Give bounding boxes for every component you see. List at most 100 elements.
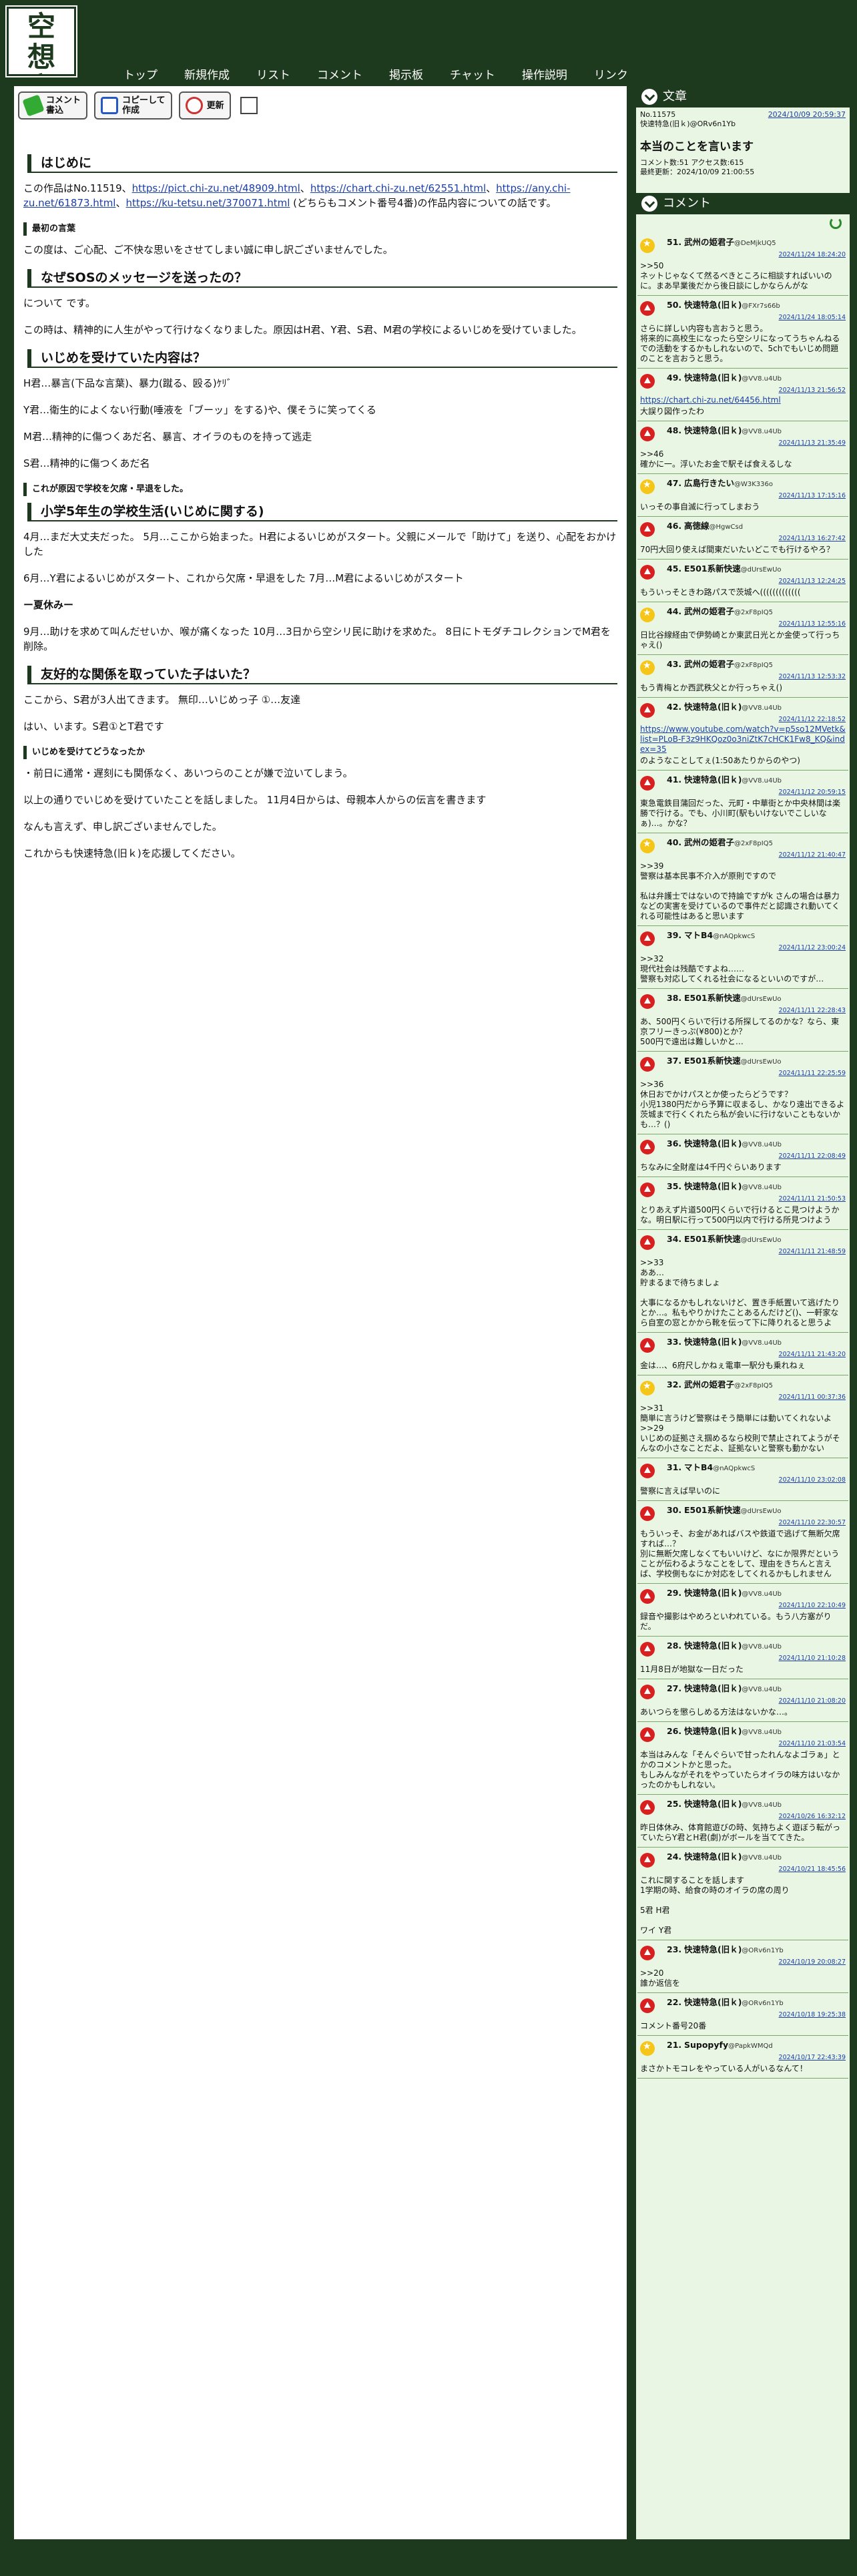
comment-date[interactable]: 2024/11/13 12:55:16 — [640, 619, 846, 629]
comment-author[interactable]: 武州の姫君子 — [684, 237, 734, 247]
comment-item: 42. 快速特急(旧ｋ)@VV8.u4Ub 2024/11/12 22:18:52… — [637, 698, 848, 771]
comment-item: 26. 快速特急(旧ｋ)@VV8.u4Ub 2024/11/10 21:03:54… — [637, 1722, 848, 1795]
comment-body: ちなみに全財産は4千円ぐらいあります — [640, 1162, 782, 1172]
comment-date[interactable]: 2024/11/10 21:03:54 — [640, 1739, 846, 1749]
comment-body: >>36 休日おでかけパスとか使ったらどうです？ 小児1380円だから予算に収ま… — [640, 1080, 845, 1129]
comment-date[interactable]: 2024/11/12 22:18:52 — [640, 714, 846, 724]
comment-date[interactable]: 2024/11/10 22:10:49 — [640, 1600, 846, 1611]
nav-link[interactable]: リンク — [594, 65, 628, 82]
comment-date[interactable]: 2024/11/13 12:24:25 — [640, 576, 846, 586]
comment-bar[interactable]: コメント — [636, 193, 850, 214]
comment-date[interactable]: 2024/11/13 17:15:16 — [640, 491, 846, 501]
comment-date[interactable]: 2024/11/10 23:02:08 — [640, 1475, 846, 1485]
comment-header: 42. 快速特急(旧ｋ)@VV8.u4Ub — [640, 702, 846, 713]
comment-date[interactable]: 2024/11/11 22:28:43 — [640, 1006, 846, 1016]
site-logo[interactable]: 空 想 文 章 — [5, 5, 77, 134]
popout-icon[interactable] — [240, 97, 258, 114]
comment-author[interactable]: マトB4 — [684, 1462, 713, 1472]
comment-date[interactable]: 2024/11/24 18:05:14 — [640, 312, 846, 323]
comment-author[interactable]: 武州の姫君子 — [684, 659, 734, 669]
comment-date[interactable]: 2024/11/13 21:56:52 — [640, 385, 846, 395]
work-bar[interactable]: 文章 — [636, 86, 850, 108]
comment-date[interactable]: 2024/10/17 22:43:39 — [640, 2053, 846, 2063]
arrow-up-icon — [640, 994, 655, 1009]
comment-date[interactable]: 2024/11/13 21:35:49 — [640, 438, 846, 448]
comment-author[interactable]: 快速特急(旧ｋ) — [684, 1944, 742, 1954]
comment-date[interactable]: 2024/10/26 16:32:12 — [640, 1811, 846, 1821]
comment-date[interactable]: 2024/10/18 19:25:38 — [640, 2010, 846, 2020]
comment-author[interactable]: 快速特急(旧ｋ) — [684, 775, 742, 785]
comment-author[interactable]: 快速特急(旧ｋ) — [684, 1337, 742, 1347]
star-icon — [640, 608, 655, 622]
comment-author[interactable]: 武州の姫君子 — [684, 1379, 734, 1389]
nav-help[interactable]: 操作説明 — [522, 65, 567, 82]
comment-author[interactable]: 快速特急(旧ｋ) — [684, 1799, 742, 1809]
comment-author[interactable]: 快速特急(旧ｋ) — [684, 1138, 742, 1148]
comment-link[interactable]: https://www.youtube.com/watch?v=p5so12MV… — [640, 724, 846, 755]
comment-author[interactable]: 高徳線 — [684, 521, 709, 531]
work-date[interactable]: 2024/10/09 20:59:37 — [768, 110, 846, 120]
comment-author[interactable]: 快速特急(旧ｋ) — [684, 1726, 742, 1736]
comment-date[interactable]: 2024/11/10 22:30:57 — [640, 1518, 846, 1528]
comment-number: 39. — [667, 930, 682, 940]
comment-user-id: @VV8.u4Ub — [742, 1184, 782, 1191]
comment-date[interactable]: 2024/11/13 12:53:32 — [640, 672, 846, 682]
comment-user-id: @VV8.u4Ub — [742, 1141, 782, 1148]
comment-author[interactable]: 武州の姫君子 — [684, 606, 734, 616]
reload-icon[interactable] — [830, 217, 842, 229]
comment-author[interactable]: 快速特急(旧ｋ) — [684, 1852, 742, 1862]
comment-date[interactable]: 2024/11/11 00:37:36 — [640, 1392, 846, 1402]
comment-author[interactable]: 武州の姫君子 — [684, 837, 734, 847]
comment-date[interactable]: 2024/11/11 21:50:53 — [640, 1194, 846, 1204]
comment-author[interactable]: 広島行きたい — [684, 478, 734, 488]
comment-author[interactable]: 快速特急(旧ｋ) — [684, 1641, 742, 1651]
comment-author[interactable]: E501系新快速 — [684, 564, 741, 574]
comment-author[interactable]: 快速特急(旧ｋ) — [684, 1181, 742, 1191]
comment-author[interactable]: E501系新快速 — [684, 1505, 741, 1515]
intro-link-2[interactable]: https://chart.chi-zu.net/62551.html — [310, 182, 486, 194]
nav-chat[interactable]: チャット — [450, 65, 495, 82]
refresh-button[interactable]: 更新 — [178, 91, 231, 120]
comment-date[interactable]: 2024/11/12 23:00:24 — [640, 943, 846, 953]
comment-date[interactable]: 2024/11/11 22:25:59 — [640, 1068, 846, 1078]
nav-new[interactable]: 新規作成 — [184, 65, 230, 82]
arrow-up-icon — [640, 1235, 655, 1250]
grade-1: 4月…まだ大丈夫だった。 5月…ここから始まった。H君によるいじめがスタート。父… — [23, 531, 617, 558]
comment-author[interactable]: E501系新快速 — [684, 1234, 741, 1244]
copy-create-button[interactable]: コピーして 作成 — [94, 91, 172, 120]
comment-link[interactable]: https://chart.chi-zu.net/64456.html — [640, 395, 846, 405]
comment-date[interactable]: 2024/10/21 18:45:56 — [640, 1864, 846, 1874]
nav-comment[interactable]: コメント — [317, 65, 362, 82]
comment-author[interactable]: Supopyfy — [684, 2040, 728, 2050]
comment-date[interactable]: 2024/11/24 18:24:20 — [640, 250, 846, 260]
comment-author[interactable]: E501系新快速 — [684, 1056, 741, 1066]
nav-list[interactable]: リスト — [256, 65, 290, 82]
comment-author[interactable]: 快速特急(旧ｋ) — [684, 425, 742, 435]
comment-date[interactable]: 2024/11/10 21:08:20 — [640, 1696, 846, 1706]
comment-author[interactable]: 快速特急(旧ｋ) — [684, 1997, 742, 2007]
comment-date[interactable]: 2024/11/12 20:59:15 — [640, 787, 846, 797]
comment-date[interactable]: 2024/11/10 21:10:28 — [640, 1653, 846, 1663]
intro-link-4[interactable]: https://ku-tetsu.net/370071.html — [126, 197, 290, 209]
comment-date[interactable]: 2024/11/11 22:08:49 — [640, 1151, 846, 1161]
comment-header: 34. E501系新快速@dUrsEwUo — [640, 1234, 846, 1245]
intro-link-1[interactable]: https://pict.chi-zu.net/48909.html — [132, 182, 300, 194]
work-author[interactable]: 快速特急(旧ｋ)@ORv6n1Yb — [640, 120, 846, 129]
comment-author[interactable]: 快速特急(旧ｋ) — [684, 702, 742, 712]
comment-author[interactable]: 快速特急(旧ｋ) — [684, 373, 742, 383]
nav-board[interactable]: 掲示板 — [389, 65, 423, 82]
comment-date[interactable]: 2024/11/11 21:43:20 — [640, 1349, 846, 1359]
write-comment-button[interactable]: コメント 書込 — [18, 91, 88, 120]
nav-top[interactable]: トップ — [123, 65, 158, 82]
comment-author[interactable]: 快速特急(旧ｋ) — [684, 300, 742, 310]
comment-date[interactable]: 2024/11/13 16:27:42 — [640, 533, 846, 544]
comment-author[interactable]: 快速特急(旧ｋ) — [684, 1683, 742, 1693]
comment-author[interactable]: マトB4 — [684, 930, 713, 940]
comment-author[interactable]: 快速特急(旧ｋ) — [684, 1588, 742, 1598]
comment-author[interactable]: E501系新快速 — [684, 993, 741, 1003]
comment-body: 日比谷線経由で伊勢崎とか東武日光とか金使って行っちゃえ() — [640, 630, 840, 650]
comment-date[interactable]: 2024/11/12 21:40:47 — [640, 850, 846, 860]
comment-number: 42. — [667, 702, 682, 712]
comment-date[interactable]: 2024/10/19 20:08:27 — [640, 1957, 846, 1967]
comment-date[interactable]: 2024/11/11 21:48:59 — [640, 1247, 846, 1257]
